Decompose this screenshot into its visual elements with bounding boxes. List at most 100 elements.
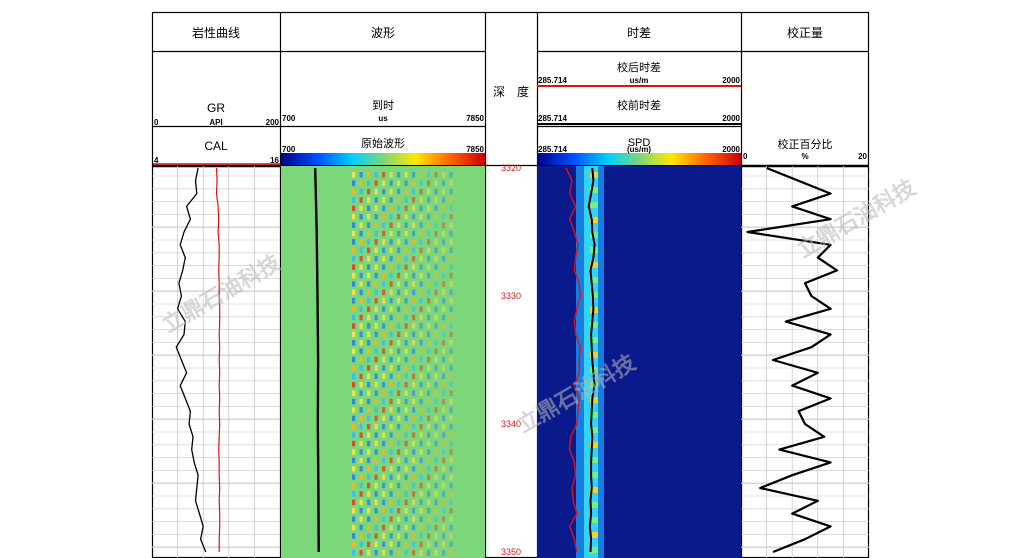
waveform-stripe bbox=[367, 457, 371, 464]
waveform-stripe bbox=[412, 491, 416, 497]
cal-label: CAL bbox=[204, 139, 228, 153]
waveform-stripe bbox=[434, 256, 438, 262]
waveform-stripe bbox=[412, 508, 416, 514]
waveform-stripe bbox=[382, 474, 386, 480]
waveform-stripe bbox=[374, 390, 378, 396]
waveform-stripe bbox=[434, 314, 438, 321]
waveform-stripe bbox=[412, 298, 416, 304]
waveform-stripe bbox=[352, 365, 356, 371]
waveform-stripe bbox=[374, 172, 378, 178]
waveform-stripe bbox=[404, 516, 408, 522]
waveform-stripe bbox=[397, 239, 401, 245]
waveform-stripe bbox=[389, 499, 393, 506]
waveform-stripe bbox=[434, 214, 438, 220]
waveform-stripe bbox=[434, 172, 438, 178]
waveform-stripe bbox=[449, 247, 453, 254]
waveform-stripe bbox=[412, 432, 416, 438]
waveform-stripe bbox=[419, 457, 423, 464]
waveform-stripe bbox=[434, 205, 438, 212]
waveform-stripe bbox=[397, 491, 401, 497]
waveform-stripe bbox=[367, 256, 371, 262]
waveform-stripe bbox=[382, 172, 386, 178]
waveform-stripe bbox=[434, 281, 438, 287]
waveform-stripe bbox=[397, 205, 401, 212]
waveform-stripe bbox=[442, 247, 446, 254]
depth-tick-label: 3330 bbox=[501, 291, 521, 301]
waveform-stripe bbox=[419, 415, 423, 422]
waveform-stripe bbox=[352, 264, 356, 270]
waveform-stripe bbox=[404, 180, 408, 186]
waveform-stripe bbox=[419, 499, 423, 506]
waveform-stripe bbox=[359, 508, 363, 514]
waveform-stripe bbox=[442, 205, 446, 212]
waveform-stripe bbox=[367, 323, 371, 329]
waveform-stripe bbox=[449, 205, 453, 212]
waveform-stripe bbox=[389, 222, 393, 228]
waveform-stripe bbox=[389, 365, 393, 371]
waveform-stripe bbox=[374, 382, 378, 388]
waveform-stripe bbox=[397, 457, 401, 464]
waveform-stripe bbox=[419, 398, 423, 405]
spd-min: 285.714 bbox=[538, 145, 567, 154]
waveform-stripe bbox=[374, 348, 378, 354]
corr-pct-unit: % bbox=[801, 152, 808, 161]
waveform-stripe bbox=[352, 415, 356, 422]
waveform-stripe bbox=[382, 398, 386, 405]
waveform-stripe bbox=[359, 516, 363, 522]
waveform-stripe bbox=[367, 230, 371, 237]
waveform-stripe bbox=[434, 197, 438, 203]
waveform-stripe bbox=[352, 180, 356, 186]
waveform-stripe bbox=[352, 373, 356, 380]
waveform-stripe bbox=[389, 172, 393, 178]
waveform-stripe bbox=[419, 390, 423, 396]
waveform-stripe bbox=[449, 491, 453, 497]
waveform-stripe bbox=[374, 180, 378, 186]
waveform-stripe bbox=[427, 533, 431, 539]
waveform-stripe bbox=[352, 390, 356, 396]
waveform-stripe bbox=[367, 398, 371, 405]
waveform-stripe bbox=[352, 230, 356, 237]
waveform-stripe bbox=[434, 474, 438, 480]
waveform-stripe bbox=[359, 239, 363, 245]
waveform-stripe bbox=[442, 331, 446, 338]
track-title-waveform: 波形 bbox=[371, 26, 395, 40]
waveform-stripe bbox=[434, 508, 438, 514]
waveform-stripe bbox=[427, 247, 431, 254]
waveform-stripe bbox=[397, 180, 401, 186]
grid-layer bbox=[152, 166, 869, 558]
waveform-stripe bbox=[412, 415, 416, 422]
waveform-stripe bbox=[404, 491, 408, 497]
depth-tick-label: 3350 bbox=[501, 547, 521, 557]
waveform-stripe bbox=[412, 180, 416, 186]
waveform-stripe bbox=[427, 466, 431, 472]
waveform-stripe bbox=[427, 424, 431, 430]
raw-wave-colorbar bbox=[281, 153, 485, 165]
waveform-stripe bbox=[367, 289, 371, 296]
waveform-stripe bbox=[367, 415, 371, 422]
waveform-stripe bbox=[442, 340, 446, 346]
spd-unit: (us/m) bbox=[627, 145, 651, 154]
waveform-stripe bbox=[419, 482, 423, 489]
waveform-stripe bbox=[412, 197, 416, 203]
waveform-stripe bbox=[382, 365, 386, 371]
waveform-stripe bbox=[434, 356, 438, 363]
waveform-stripe bbox=[412, 205, 416, 212]
waveform-stripe bbox=[427, 407, 431, 413]
waveform-stripe bbox=[352, 440, 356, 447]
waveform-stripe bbox=[427, 331, 431, 338]
waveform-stripe bbox=[382, 214, 386, 220]
waveform-stripe bbox=[419, 365, 423, 371]
waveform-stripe bbox=[389, 247, 393, 254]
waveform-stripe bbox=[404, 550, 408, 556]
waveform-stripe bbox=[449, 541, 453, 548]
waveform-stripe bbox=[397, 524, 401, 531]
waveform-stripe bbox=[359, 440, 363, 447]
waveform-stripe bbox=[352, 382, 356, 388]
waveform-stripe bbox=[382, 222, 386, 228]
waveform-stripe bbox=[404, 474, 408, 480]
waveform-stripe bbox=[382, 415, 386, 422]
waveform-stripe bbox=[397, 247, 401, 254]
waveform-stripe bbox=[449, 230, 453, 237]
waveform-stripe bbox=[359, 533, 363, 539]
waveform-stripe bbox=[374, 415, 378, 422]
